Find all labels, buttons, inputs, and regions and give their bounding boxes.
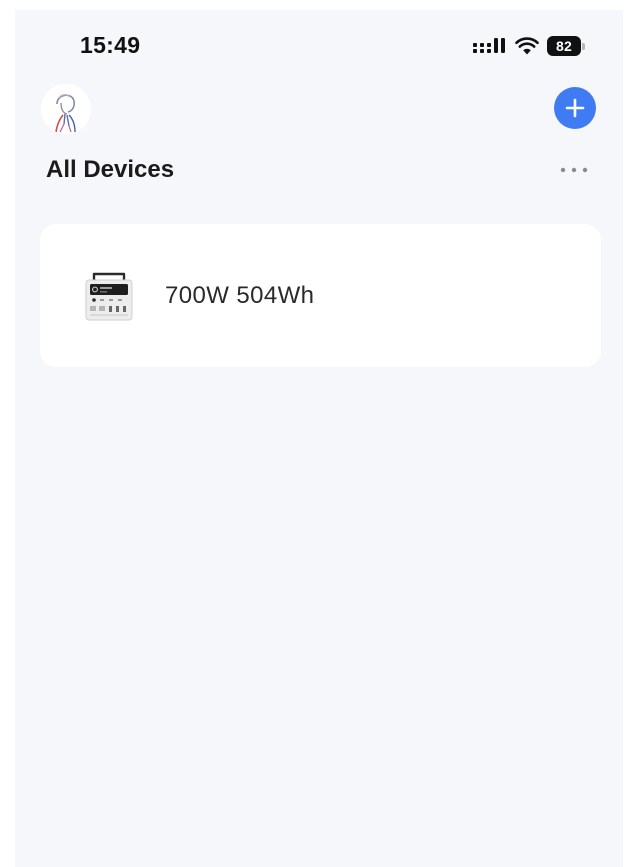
battery-level: 82 <box>547 36 581 56</box>
status-icons: 82 <box>473 36 585 56</box>
user-avatar[interactable] <box>41 84 91 134</box>
status-time: 15:49 <box>80 32 141 58</box>
page-title: All Devices <box>46 156 175 183</box>
plus-icon <box>565 98 585 118</box>
device-card[interactable]: 700W 504Wh <box>40 224 601 367</box>
app-screen: 15:49 82 All Devices 700W 504Wh <box>15 10 623 867</box>
device-name: 700W 504Wh <box>165 282 315 309</box>
status-bar: 15:49 82 <box>15 10 623 80</box>
avatar-illustration <box>41 84 91 134</box>
battery-icon: 82 <box>547 36 585 56</box>
signal-icon <box>473 38 505 53</box>
more-options-button[interactable] <box>553 156 595 184</box>
add-device-button[interactable] <box>554 87 596 129</box>
battery-cap <box>582 42 585 50</box>
wifi-icon <box>515 37 539 55</box>
ellipsis-icon <box>560 167 588 173</box>
power-station-icon <box>85 272 133 321</box>
